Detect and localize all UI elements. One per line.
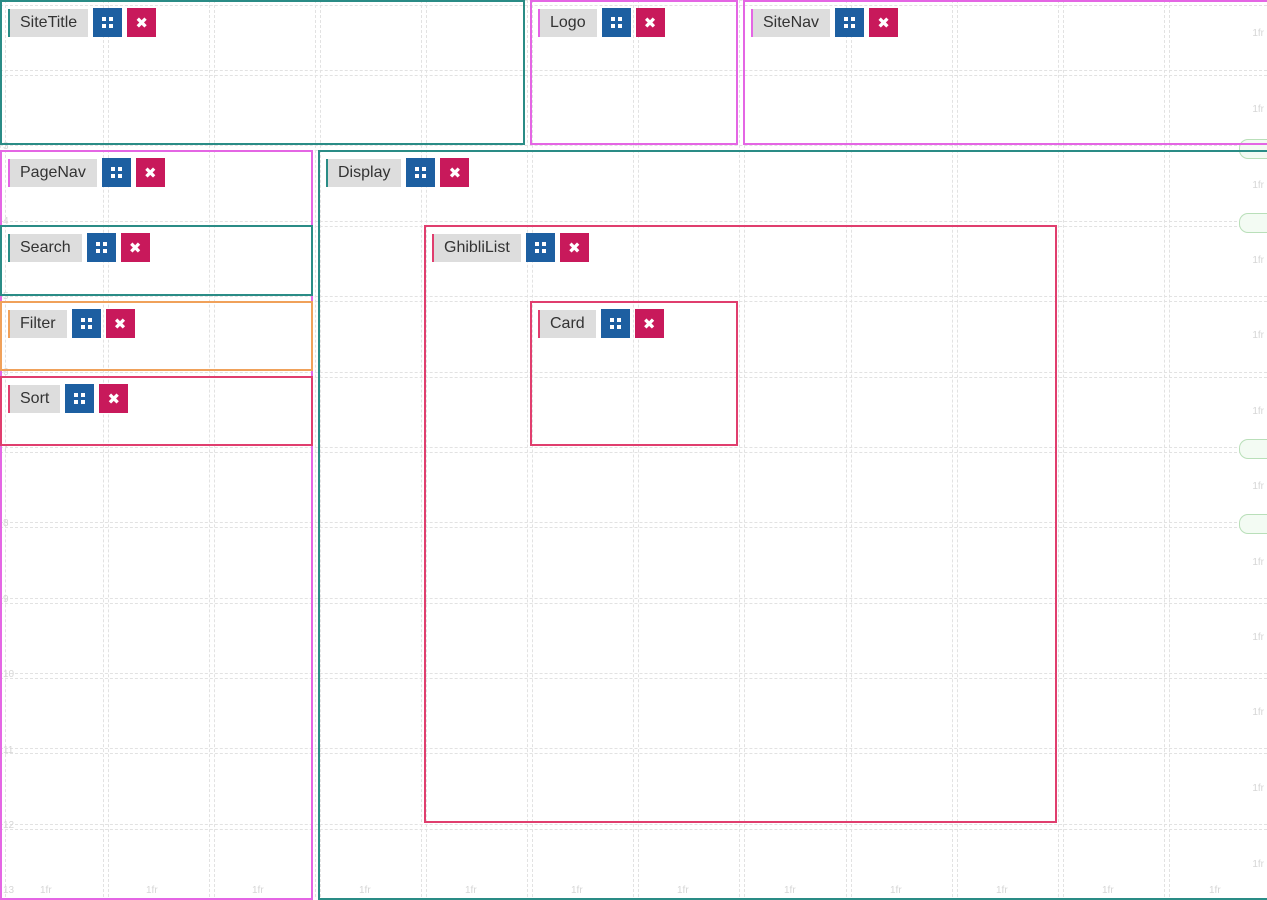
move-button[interactable] bbox=[835, 8, 865, 37]
area-header: Card ✖ bbox=[538, 309, 664, 338]
delete-button[interactable]: ✖ bbox=[559, 233, 589, 262]
area-label: Logo bbox=[538, 8, 597, 37]
close-icon: ✖ bbox=[144, 164, 157, 182]
close-icon: ✖ bbox=[642, 315, 656, 333]
area-label: SiteTitle bbox=[8, 8, 89, 37]
grid-move-icon bbox=[844, 17, 856, 28]
delete-button[interactable]: ✖ bbox=[105, 309, 135, 338]
area-header: SiteNav ✖ bbox=[751, 8, 899, 37]
delete-button[interactable]: ✖ bbox=[135, 158, 165, 187]
area-header: Logo ✖ bbox=[538, 8, 665, 37]
area-label: PageNav bbox=[8, 158, 97, 187]
sort-area[interactable]: Sort ✖ bbox=[0, 376, 313, 446]
ghibli-list-area[interactable]: GhibliList ✖ bbox=[424, 225, 1057, 823]
site-nav-area[interactable]: SiteNav ✖ bbox=[743, 0, 1267, 145]
area-label: Search bbox=[8, 233, 82, 262]
move-button[interactable] bbox=[93, 8, 123, 37]
grid-move-icon bbox=[80, 318, 92, 329]
area-header: Filter ✖ bbox=[8, 309, 135, 338]
area-header: PageNav ✖ bbox=[8, 158, 165, 187]
move-button[interactable] bbox=[71, 309, 101, 338]
move-button[interactable] bbox=[600, 309, 630, 338]
logo-area[interactable]: Logo ✖ bbox=[530, 0, 738, 145]
delete-button[interactable]: ✖ bbox=[634, 309, 664, 338]
site-title-area[interactable]: SiteTitle ✖ bbox=[0, 0, 525, 145]
move-button[interactable] bbox=[65, 384, 95, 413]
close-icon: ✖ bbox=[107, 390, 121, 408]
area-label: Sort bbox=[8, 384, 61, 413]
area-header: Sort ✖ bbox=[8, 384, 129, 413]
area-header: SiteTitle ✖ bbox=[8, 8, 157, 37]
grid-move-icon bbox=[534, 242, 546, 253]
close-icon: ✖ bbox=[568, 239, 581, 257]
close-icon: ✖ bbox=[113, 315, 127, 333]
area-label: Card bbox=[538, 309, 596, 338]
grid-move-icon bbox=[95, 242, 107, 253]
close-icon: ✖ bbox=[448, 164, 462, 182]
area-header: Search ✖ bbox=[8, 233, 150, 262]
move-button[interactable] bbox=[86, 233, 116, 262]
grid-move-icon bbox=[415, 167, 427, 178]
delete-button[interactable]: ✖ bbox=[127, 8, 157, 37]
search-area[interactable]: Search ✖ bbox=[0, 225, 313, 296]
area-label: Filter bbox=[8, 309, 67, 338]
delete-button[interactable]: ✖ bbox=[120, 233, 150, 262]
area-label: Display bbox=[326, 158, 402, 187]
grid-move-icon bbox=[74, 393, 86, 404]
grid-row-line bbox=[0, 145, 1267, 146]
area-label: SiteNav bbox=[751, 8, 831, 37]
delete-button[interactable]: ✖ bbox=[99, 384, 129, 413]
card-area[interactable]: Card ✖ bbox=[530, 301, 738, 446]
move-button[interactable] bbox=[601, 8, 631, 37]
close-icon: ✖ bbox=[135, 14, 148, 32]
move-button[interactable] bbox=[101, 158, 131, 187]
delete-button[interactable]: ✖ bbox=[635, 8, 665, 37]
close-icon: ✖ bbox=[128, 239, 142, 257]
area-label: GhibliList bbox=[432, 233, 521, 262]
close-icon: ✖ bbox=[643, 14, 657, 32]
delete-button[interactable]: ✖ bbox=[440, 158, 470, 187]
grid-move-icon bbox=[110, 167, 122, 178]
close-icon: ✖ bbox=[877, 14, 890, 32]
move-button[interactable] bbox=[525, 233, 555, 262]
grid-move-icon bbox=[609, 318, 621, 329]
grid-move-icon bbox=[610, 17, 622, 28]
filter-area[interactable]: Filter ✖ bbox=[0, 301, 313, 371]
area-header: Display ✖ bbox=[326, 158, 470, 187]
delete-button[interactable]: ✖ bbox=[869, 8, 899, 37]
area-header: GhibliList ✖ bbox=[432, 233, 589, 262]
grid-move-icon bbox=[102, 17, 114, 28]
move-button[interactable] bbox=[406, 158, 436, 187]
